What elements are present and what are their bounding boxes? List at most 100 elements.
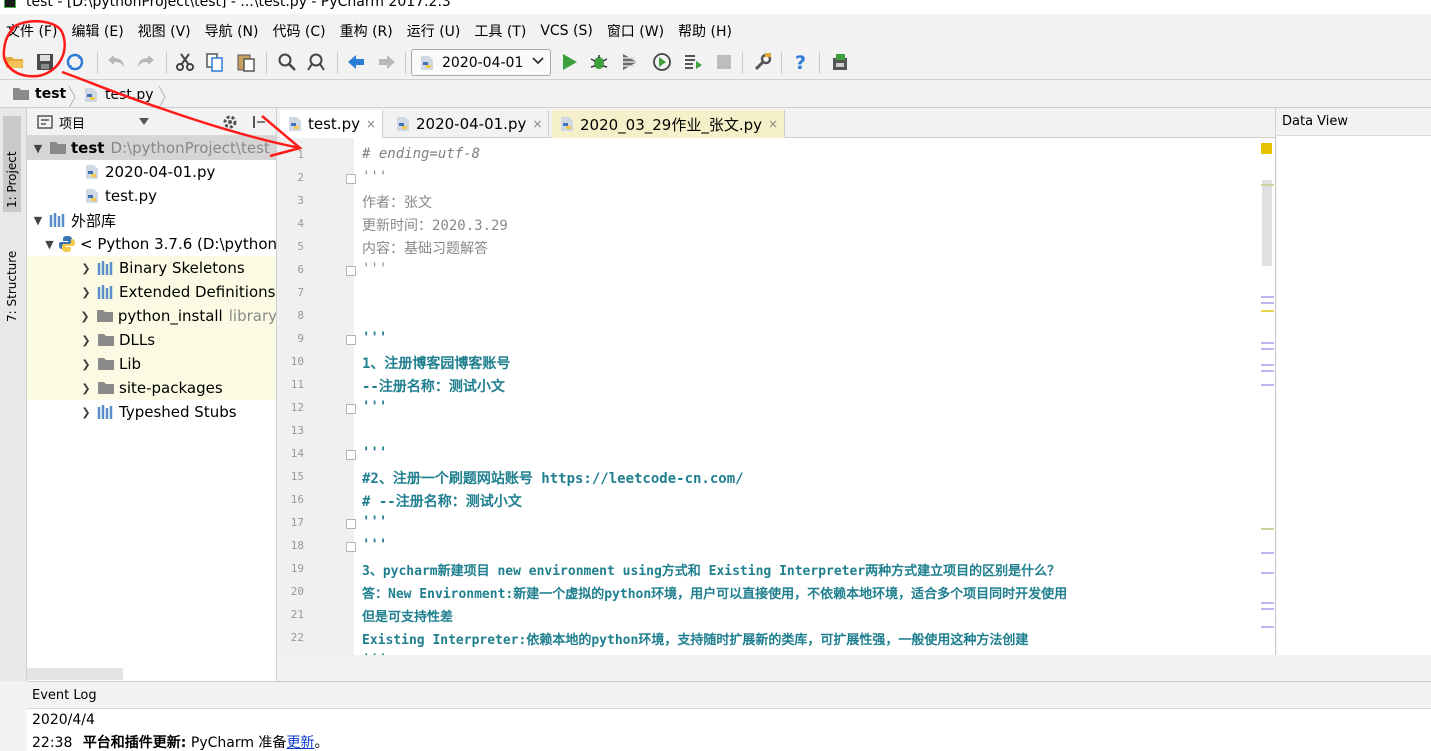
menu-vcs[interactable]: VCS (S) <box>540 23 593 39</box>
error-stripe[interactable] <box>1259 138 1275 655</box>
fold-marker[interactable] <box>346 335 356 345</box>
fold-marker[interactable] <box>346 174 356 184</box>
menu-file[interactable]: 文件 (F) <box>6 21 57 41</box>
tree-node-file[interactable]: test.py <box>27 184 276 208</box>
stripe-marker[interactable] <box>1261 602 1274 604</box>
close-icon[interactable]: × <box>768 117 778 131</box>
tree-node-library[interactable]: ❯ Typeshed Stubs <box>27 400 276 424</box>
menu-run[interactable]: 运行 (U) <box>407 21 461 41</box>
chevron-right-icon[interactable]: ❯ <box>79 406 93 419</box>
run-button[interactable] <box>557 50 581 74</box>
chevron-right-icon[interactable]: ❯ <box>78 310 92 323</box>
close-icon[interactable]: × <box>532 117 542 131</box>
stripe-marker[interactable] <box>1261 302 1274 304</box>
menu-navigate[interactable]: 导航 (N) <box>205 21 259 41</box>
chevron-right-icon[interactable]: ❯ <box>79 382 93 395</box>
warning-indicator-icon[interactable] <box>1261 143 1272 154</box>
cut-button[interactable] <box>173 50 197 74</box>
tab-2020-03-29-homework-py[interactable]: 2020_03_29作业_张文.py × <box>552 110 786 138</box>
back-button[interactable] <box>344 50 368 74</box>
tree-node-python-sdk[interactable]: ▼ < Python 3.7.6 (D:\python <box>27 232 276 256</box>
vertical-scrollbar[interactable] <box>1262 180 1272 266</box>
tree-node-project-root[interactable]: ▼ test D:\pythonProject\test <box>27 136 276 160</box>
tree-node-file[interactable]: 2020-04-01.py <box>27 160 276 184</box>
code-area[interactable]: # ending=utf-8 ''' 作者：张文 更新时间：2020.3.29 … <box>362 138 1262 655</box>
run-to-cursor-button[interactable] <box>681 50 705 74</box>
stripe-marker[interactable] <box>1261 310 1274 312</box>
tab-test-py[interactable]: test.py × <box>280 110 384 138</box>
fold-marker[interactable] <box>346 450 356 460</box>
stripe-marker[interactable] <box>1261 296 1274 298</box>
help-button[interactable]: ? <box>789 50 813 74</box>
stripe-marker[interactable] <box>1261 348 1274 350</box>
project-panel-title[interactable]: 项目 <box>59 113 85 132</box>
find-button[interactable] <box>275 50 299 74</box>
tree-node-folder[interactable]: ❯ site-packages <box>27 376 276 400</box>
menu-view[interactable]: 视图 (V) <box>138 21 191 41</box>
stripe-marker[interactable] <box>1261 184 1274 186</box>
coverage-button[interactable] <box>618 50 642 74</box>
menu-tools[interactable]: 工具 (T) <box>474 21 526 41</box>
fold-marker[interactable] <box>346 519 356 529</box>
close-icon[interactable]: × <box>366 117 376 131</box>
chevron-right-icon[interactable]: ❯ <box>79 286 93 299</box>
fold-marker[interactable] <box>346 542 356 552</box>
tree-node-external-libraries[interactable]: ▼ 外部库 <box>27 208 276 232</box>
profile-button[interactable] <box>650 50 674 74</box>
gear-icon[interactable] <box>221 113 239 131</box>
tab-2020-04-01-py[interactable]: 2020-04-01.py × <box>388 110 550 138</box>
copy-button[interactable] <box>203 50 227 74</box>
debug-button[interactable] <box>587 50 611 74</box>
update-link[interactable]: 更新 <box>286 735 314 751</box>
chevron-right-icon[interactable]: ❯ <box>79 358 93 371</box>
tool-tab-structure[interactable]: 7: Structure <box>3 226 21 326</box>
tree-node-library[interactable]: ❯ Extended Definitions <box>27 280 276 304</box>
tree-node-folder[interactable]: ❯ Lib <box>27 352 276 376</box>
line-number: 3 <box>297 194 304 207</box>
menu-edit[interactable]: 编辑 (E) <box>71 21 123 41</box>
fold-marker[interactable] <box>346 404 356 414</box>
tree-node-folder[interactable]: ❯ DLLs <box>27 328 276 352</box>
stop-button[interactable] <box>712 50 736 74</box>
open-folder-button[interactable] <box>3 50 27 74</box>
chevron-right-icon[interactable]: ❯ <box>79 334 93 347</box>
tool-tab-project[interactable]: 1: Project <box>3 116 21 212</box>
library-icon <box>97 405 113 419</box>
stripe-marker[interactable] <box>1261 342 1274 344</box>
fold-marker[interactable] <box>346 266 356 276</box>
hide-panel-icon[interactable] <box>251 114 267 130</box>
stripe-marker[interactable] <box>1261 364 1274 366</box>
line-number: 16 <box>290 493 304 506</box>
stripe-marker[interactable] <box>1261 626 1274 628</box>
horizontal-scrollbar[interactable] <box>27 668 123 680</box>
breadcrumb-project[interactable]: test <box>12 86 66 102</box>
forward-button[interactable] <box>375 50 399 74</box>
chevron-down-icon[interactable]: ▼ <box>31 142 45 155</box>
chevron-down-icon[interactable]: ▼ <box>45 238 54 251</box>
save-all-button[interactable] <box>33 50 57 74</box>
menu-window[interactable]: 窗口 (W) <box>607 21 664 41</box>
chevron-down-icon[interactable] <box>139 118 149 126</box>
run-configuration-select[interactable]: 2020-04-01 <box>411 49 551 76</box>
chevron-down-icon[interactable]: ▼ <box>31 214 45 227</box>
tree-node-library[interactable]: ❯ Binary Skeletons <box>27 256 276 280</box>
stripe-marker[interactable] <box>1261 608 1274 610</box>
menu-code[interactable]: 代码 (C) <box>272 21 325 41</box>
paste-button[interactable] <box>234 50 258 74</box>
redo-button[interactable] <box>134 50 158 74</box>
synchronize-button[interactable] <box>63 50 87 74</box>
stripe-marker[interactable] <box>1261 572 1274 574</box>
replace-button[interactable] <box>305 50 329 74</box>
stripe-marker[interactable] <box>1261 370 1274 372</box>
stripe-marker[interactable] <box>1261 384 1274 386</box>
stripe-marker[interactable] <box>1261 528 1274 530</box>
settings-button[interactable] <box>751 50 775 74</box>
undo-button[interactable] <box>104 50 128 74</box>
stripe-marker[interactable] <box>1261 552 1274 554</box>
tree-node-folder[interactable]: ❯ python_install library <box>27 304 276 328</box>
breadcrumb-file[interactable]: test.py <box>82 86 154 104</box>
chevron-right-icon[interactable]: ❯ <box>79 262 93 275</box>
project-structure-button[interactable] <box>828 50 852 74</box>
menu-help[interactable]: 帮助 (H) <box>678 21 732 41</box>
menu-refactor[interactable]: 重构 (R) <box>340 21 393 41</box>
